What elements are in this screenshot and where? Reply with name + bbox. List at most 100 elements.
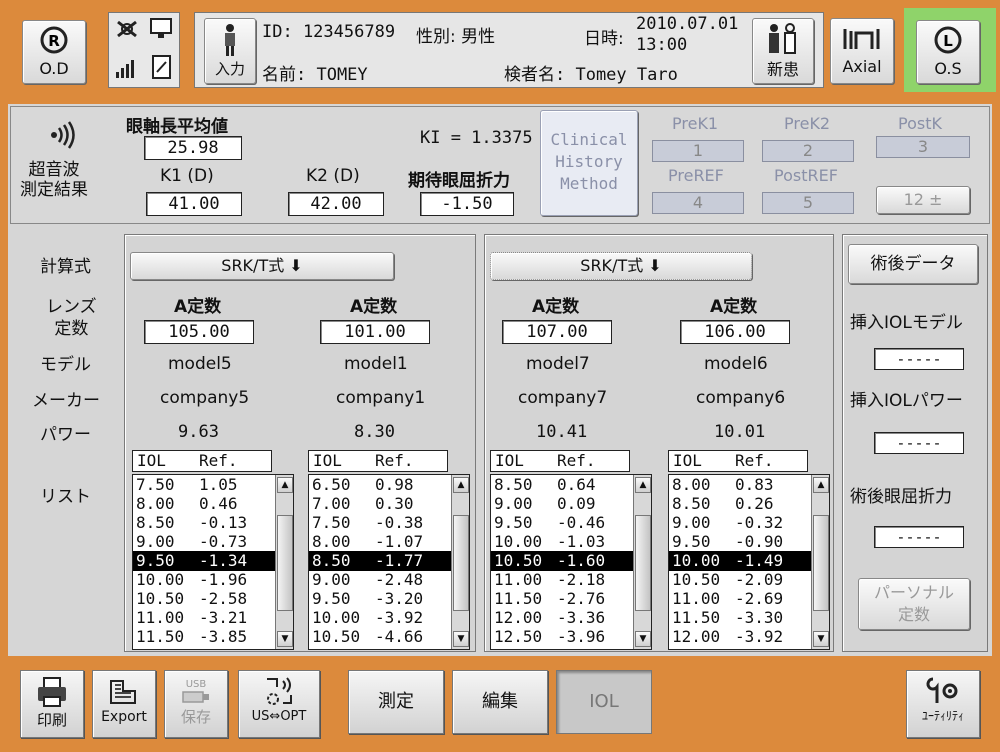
iol-list-row-selected[interactable]: 8.50 -1.77 (309, 551, 451, 571)
clinical-history-button[interactable]: Clinical History Method (540, 110, 638, 216)
personal-constant-button[interactable]: パーソナル 定数 (858, 578, 970, 630)
iol-list-row[interactable]: 9.00 -0.73 (133, 532, 275, 552)
iol-list-row[interactable]: 10.50 -2.58 (133, 589, 275, 609)
ref-column-header: Ref. (557, 451, 596, 470)
od-button[interactable]: R O.D (22, 20, 86, 84)
clinical-dropdown[interactable]: 12 ± (876, 186, 970, 214)
iol-list-row[interactable]: 10.00 -1.96 (133, 570, 275, 590)
iol-list-row[interactable]: 10.50 -2.09 (669, 570, 811, 590)
iol-list-row[interactable]: 12.00 -3.36 (491, 608, 633, 628)
iol-list-row[interactable]: 11.50 -3.85 (133, 627, 275, 647)
prek2-field[interactable]: 2 (762, 140, 854, 162)
print-button[interactable]: 印刷 (20, 670, 84, 738)
iol-list-row[interactable]: 11.00 -2.18 (491, 570, 633, 590)
export-button[interactable]: Export (92, 670, 156, 738)
iol-list-row[interactable]: 7.00 0.30 (309, 494, 451, 514)
k2-field[interactable]: 42.00 (288, 192, 384, 216)
iol-power-cell: 8.50 (136, 513, 175, 532)
iol-list-row[interactable]: 9.00 0.09 (491, 494, 633, 514)
iol-ref-list[interactable]: 8.50 0.64 9.00 0.09 9.50 -0.46 10.00 -1.03 10.50… (490, 474, 652, 650)
print-label: 印刷 (36, 711, 67, 729)
iol-tab[interactable]: IOL (556, 670, 652, 734)
iol-list-row[interactable]: 8.00 0.46 (133, 494, 275, 514)
scroll-thumb[interactable] (277, 515, 293, 611)
iol-list-row[interactable]: 10.50 -4.66 (309, 627, 451, 647)
scroll-up-icon[interactable]: ▲ (453, 477, 469, 493)
maker-value: company1 (336, 388, 426, 408)
iol-list-row-selected[interactable]: 10.50 -1.60 (491, 551, 633, 571)
scroll-thumb[interactable] (635, 515, 651, 611)
iol-list-row[interactable]: 9.50 -0.90 (669, 532, 811, 552)
target-refraction-field[interactable]: -1.50 (420, 192, 514, 216)
scroll-up-icon[interactable]: ▲ (635, 477, 651, 493)
scroll-down-icon[interactable]: ▼ (635, 631, 651, 647)
iol-list-row[interactable]: 8.50 0.64 (491, 475, 633, 495)
measure-tab[interactable]: 測定 (348, 670, 444, 734)
list-scrollbar[interactable]: ▲ ▼ (451, 475, 469, 649)
save-button[interactable]: USB 保存 (164, 670, 228, 738)
list-scrollbar[interactable]: ▲ ▼ (275, 475, 293, 649)
a-constant-field[interactable]: 107.00 (502, 320, 612, 344)
us-opt-button[interactable]: US⇔OPT (238, 670, 320, 738)
input-button[interactable]: 入力 (204, 18, 256, 84)
scroll-down-icon[interactable]: ▼ (453, 631, 469, 647)
iol-list-row[interactable]: 7.50 1.05 (133, 475, 275, 495)
list-scrollbar[interactable]: ▲ ▼ (633, 475, 651, 649)
a-constant-field[interactable]: 101.00 (320, 320, 430, 344)
iol-list-row[interactable]: 9.50 -0.46 (491, 513, 633, 533)
iol-ref-list[interactable]: 7.50 1.05 8.00 0.46 8.50 -0.13 9.00 -0.73 9.50 -1… (132, 474, 294, 650)
postop-refraction-field[interactable]: ----- (874, 526, 964, 548)
iol-list-row[interactable]: 9.00 -2.48 (309, 570, 451, 590)
iol-list-row[interactable]: 9.00 -0.32 (669, 513, 811, 533)
iol-ref-list[interactable]: 6.50 0.98 7.00 0.30 7.50 -0.38 8.00 -1.07 8.50 -1… (308, 474, 470, 650)
new-patient-button[interactable]: 新患 (752, 18, 814, 84)
scroll-up-icon[interactable]: ▲ (277, 477, 293, 493)
iol-list-row[interactable]: 12.00 -3.92 (669, 627, 811, 647)
scroll-down-icon[interactable]: ▼ (813, 631, 829, 647)
iol-list-row-selected[interactable]: 10.00 -1.49 (669, 551, 811, 571)
iol-list-row[interactable]: 8.50 0.26 (669, 494, 811, 514)
scroll-down-icon[interactable]: ▼ (277, 631, 293, 647)
iol-list-row[interactable]: 11.00 -2.69 (669, 589, 811, 609)
iol-list-row[interactable]: 7.50 -0.38 (309, 513, 451, 533)
iol-list-row[interactable]: 8.00 0.83 (669, 475, 811, 495)
preref-field[interactable]: 4 (652, 192, 744, 214)
iol-list-row[interactable]: 9.50 -3.20 (309, 589, 451, 609)
formula-selector-1[interactable]: SRK/T式 ⬇ (130, 252, 394, 280)
utility-button[interactable]: ﾕｰﾃｨﾘﾃｨ (906, 670, 980, 738)
svg-text:R: R (48, 32, 60, 50)
postref-field[interactable]: 5 (762, 192, 854, 214)
prek1-field[interactable]: 1 (652, 140, 744, 162)
input-label: 入力 (214, 60, 245, 78)
iol-list-row[interactable]: 11.00 -3.21 (133, 608, 275, 628)
iol-list-row[interactable]: 12.50 -3.96 (491, 627, 633, 647)
iol-list-row[interactable]: 8.50 -0.13 (133, 513, 275, 533)
iol-list-row-selected[interactable]: 9.50 -1.34 (133, 551, 275, 571)
iol-list-row[interactable]: 8.00 -1.07 (309, 532, 451, 552)
ref-value-cell: -0.73 (199, 532, 248, 551)
postop-data-button[interactable]: 術後データ (848, 244, 978, 284)
os-button[interactable]: L O.S (916, 20, 980, 84)
iol-ref-list[interactable]: 8.00 0.83 8.50 0.26 9.00 -0.32 9.50 -0.90 10.00-… (668, 474, 830, 650)
scroll-thumb[interactable] (813, 515, 829, 611)
iol-list-row[interactable]: 6.50 0.98 (309, 475, 451, 495)
iol-power-field[interactable]: ----- (874, 432, 964, 454)
a-constant-field[interactable]: 105.00 (144, 320, 254, 344)
iol-list-row[interactable]: 11.50 -3.30 (669, 608, 811, 628)
scroll-up-icon[interactable]: ▲ (813, 477, 829, 493)
formula-selector-2[interactable]: SRK/T式 ⬇ (490, 252, 752, 280)
iol-list-row[interactable]: 11.50 -2.76 (491, 589, 633, 609)
k1-field[interactable]: 41.00 (146, 192, 242, 216)
a-constant-field[interactable]: 106.00 (680, 320, 790, 344)
iol-list-row[interactable]: 10.00 -3.92 (309, 608, 451, 628)
iol-list-row[interactable]: 10.00 -1.03 (491, 532, 633, 552)
axial-button[interactable]: Axial (830, 18, 894, 84)
scroll-thumb[interactable] (453, 515, 469, 611)
axial-length-field[interactable]: 25.98 (144, 136, 242, 160)
iol-model-field[interactable]: ----- (874, 348, 964, 370)
iol-power-cell: 11.50 (136, 627, 185, 646)
list-scrollbar[interactable]: ▲ ▼ (811, 475, 829, 649)
iol-power-cell: 10.50 (136, 589, 185, 608)
edit-tab[interactable]: 編集 (452, 670, 548, 734)
postk-field[interactable]: 3 (876, 136, 970, 158)
